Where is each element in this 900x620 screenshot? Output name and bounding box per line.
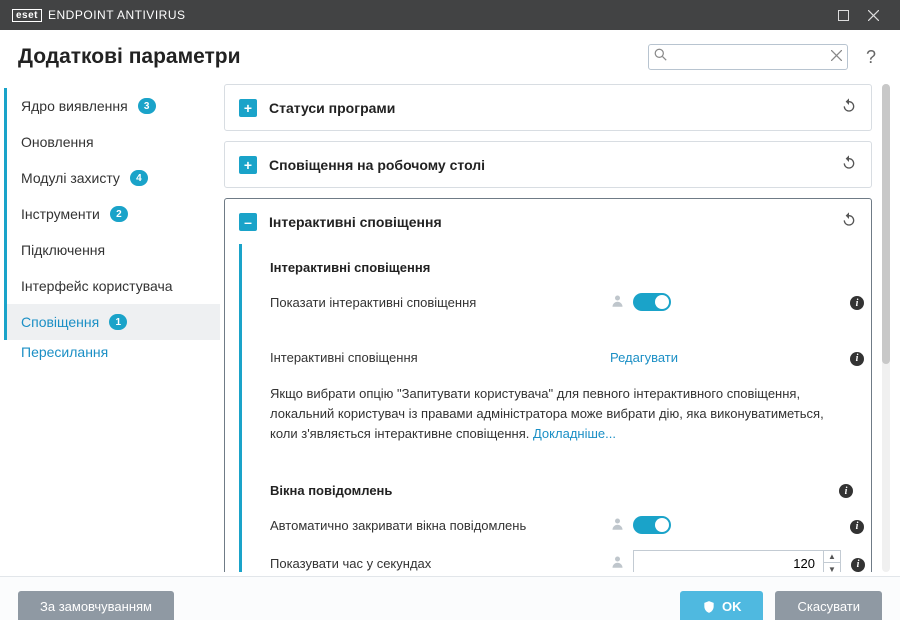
- toggle-show-interactive[interactable]: [633, 293, 671, 311]
- product-name: ENDPOINT ANTIVIRUS: [48, 8, 185, 22]
- close-button[interactable]: [858, 0, 888, 30]
- sidebar-item-protections[interactable]: Модулі захисту 4: [4, 160, 220, 196]
- sidebar-item-connection[interactable]: Підключення: [4, 232, 220, 268]
- maximize-button[interactable]: [828, 0, 858, 30]
- panel-app-statuses: + Статуси програми: [224, 84, 872, 131]
- setting-label: Автоматично закривати вікна повідомлень: [270, 518, 600, 533]
- search-wrap: [648, 44, 848, 70]
- sidebar-item-label: Інтерфейс користувача: [21, 278, 173, 294]
- section-title: Вікна повідомлень i: [242, 472, 871, 509]
- edit-link[interactable]: Редагувати: [610, 350, 678, 365]
- time-input[interactable]: [633, 550, 823, 572]
- setting-label: Показати інтерактивні сповіщення: [270, 295, 600, 310]
- row-show-time: Показувати час у секундах ▲ ▼: [242, 542, 871, 572]
- footer: За замовчуванням OK Скасувати: [0, 576, 900, 620]
- revert-icon: [841, 97, 857, 113]
- sidebar-item-notifications[interactable]: Сповіщення 1: [4, 304, 220, 340]
- info-icon: i: [850, 520, 864, 534]
- panel-interactive-alerts: – Інтерактивні сповіщення Інтерактивні с…: [224, 198, 872, 572]
- info-button[interactable]: i: [850, 294, 864, 311]
- info-icon: i: [851, 558, 865, 572]
- sidebar-item-detection[interactable]: Ядро виявлення 3: [4, 88, 220, 124]
- badge: 2: [110, 206, 128, 222]
- scrollbar-thumb[interactable]: [882, 84, 890, 364]
- revert-button[interactable]: [841, 211, 857, 232]
- expand-icon: +: [239, 156, 257, 174]
- brand: eset ENDPOINT ANTIVIRUS: [12, 8, 185, 22]
- toggle-auto-close[interactable]: [633, 516, 671, 534]
- panel-head[interactable]: – Інтерактивні сповіщення: [225, 199, 871, 244]
- maximize-icon: [838, 10, 849, 21]
- sidebar-item-tools[interactable]: Інструменти 2: [4, 196, 220, 232]
- sidebar-item-label: Підключення: [21, 242, 105, 258]
- titlebar: eset ENDPOINT ANTIVIRUS: [0, 0, 900, 30]
- sidebar-item-label: Ядро виявлення: [21, 98, 128, 114]
- sidebar-item-label: Оновлення: [21, 134, 94, 150]
- info-icon: i: [839, 484, 853, 498]
- sidebar-item-label: Сповіщення: [21, 314, 99, 330]
- search-input[interactable]: [648, 44, 848, 70]
- brand-box: eset: [12, 9, 42, 22]
- info-button[interactable]: i: [851, 555, 865, 572]
- info-button[interactable]: i: [839, 482, 853, 499]
- info-icon: i: [850, 296, 864, 310]
- sidebar-item-ui[interactable]: Інтерфейс користувача: [4, 268, 220, 304]
- revert-icon: [841, 154, 857, 170]
- panel-title: Інтерактивні сповіщення: [269, 214, 829, 230]
- ok-button[interactable]: OK: [680, 591, 764, 620]
- panel-head[interactable]: + Статуси програми: [225, 85, 871, 130]
- help-button[interactable]: ?: [860, 47, 882, 68]
- section-title: Інтерактивні сповіщення: [242, 250, 871, 285]
- collapse-icon: –: [239, 213, 257, 231]
- expand-icon: +: [239, 99, 257, 117]
- badge: 3: [138, 98, 156, 114]
- clear-search-icon[interactable]: [831, 48, 842, 66]
- search-icon: [654, 48, 667, 66]
- spinner-up[interactable]: ▲: [824, 551, 840, 563]
- close-icon: [868, 10, 879, 21]
- revert-button[interactable]: [841, 154, 857, 175]
- sidebar-item-label: Модулі захисту: [21, 170, 120, 186]
- info-button[interactable]: i: [850, 517, 864, 534]
- page-title: Додаткові параметри: [18, 45, 636, 69]
- sidebar-item-update[interactable]: Оновлення: [4, 124, 220, 160]
- setting-label: Показувати час у секундах: [270, 556, 600, 571]
- panel-title: Статуси програми: [269, 100, 829, 116]
- cancel-button[interactable]: Скасувати: [775, 591, 882, 620]
- sidebar-item-label: Пересилання: [21, 344, 108, 360]
- row-show-interactive: Показати інтерактивні сповіщення i: [242, 285, 871, 319]
- time-spinner: ▲ ▼: [633, 550, 841, 572]
- badge: 4: [130, 170, 148, 186]
- header: Додаткові параметри ?: [0, 30, 900, 80]
- info-icon: i: [850, 352, 864, 366]
- defaults-button[interactable]: За замовчуванням: [18, 591, 174, 620]
- user-icon: [610, 293, 625, 311]
- badge: 1: [109, 314, 127, 330]
- setting-label: Інтерактивні сповіщення: [270, 350, 600, 365]
- panel-body: Інтерактивні сповіщення Показати інтерак…: [239, 244, 871, 572]
- info-button[interactable]: i: [850, 349, 864, 366]
- sidebar-item-label: Інструменти: [21, 206, 100, 222]
- revert-button[interactable]: [841, 97, 857, 118]
- main: + Статуси програми + Сповіщення на робоч…: [220, 80, 900, 576]
- scrollbar[interactable]: [882, 84, 890, 572]
- sidebar-item-forwarding[interactable]: Пересилання: [4, 340, 220, 370]
- panel-title: Сповіщення на робочому столі: [269, 157, 829, 173]
- description: Якщо вибрати опцію "Запитувати користува…: [242, 374, 871, 454]
- user-icon: [610, 554, 625, 572]
- panel-head[interactable]: + Сповіщення на робочому столі: [225, 142, 871, 187]
- user-icon: [610, 516, 625, 534]
- spinner-down[interactable]: ▼: [824, 563, 840, 572]
- row-interactive-edit: Інтерактивні сповіщення Редагувати i: [242, 341, 871, 374]
- revert-icon: [841, 211, 857, 227]
- more-link[interactable]: Докладніше...: [533, 426, 616, 441]
- shield-icon: [702, 600, 716, 614]
- panel-desktop-notif: + Сповіщення на робочому столі: [224, 141, 872, 188]
- row-auto-close: Автоматично закривати вікна повідомлень …: [242, 508, 871, 542]
- sidebar: Ядро виявлення 3 Оновлення Модулі захист…: [0, 80, 220, 576]
